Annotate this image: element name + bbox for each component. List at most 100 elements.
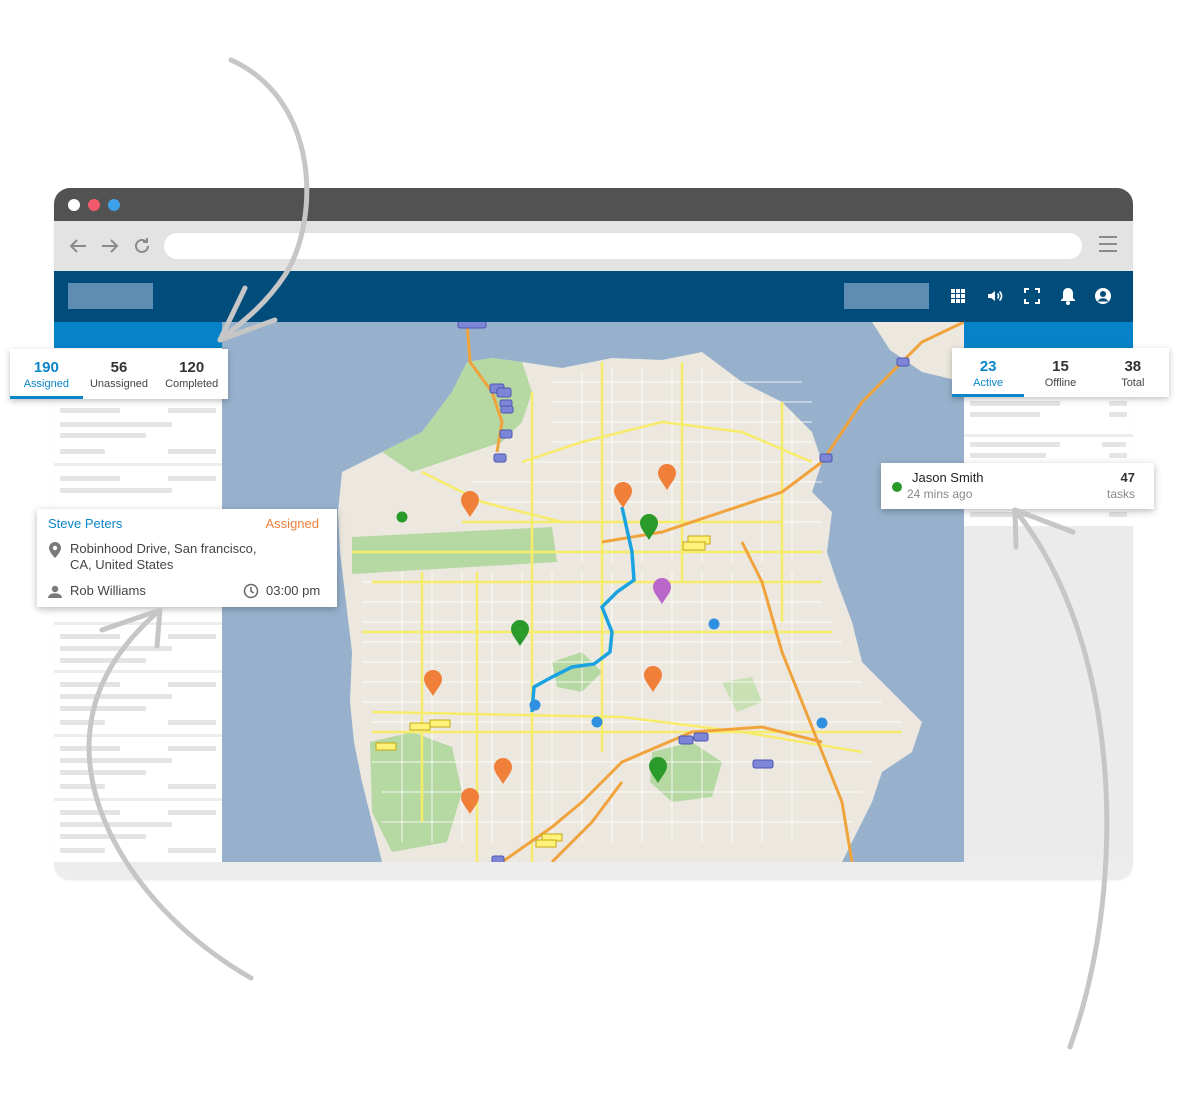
- list-item-placeholder: [168, 408, 216, 413]
- agent-detail-card[interactable]: Jason Smith 24 mins ago 47 tasks: [881, 463, 1154, 509]
- completed-count: 120: [179, 359, 205, 376]
- list-item-placeholder: [60, 848, 105, 853]
- person-icon: [48, 585, 62, 603]
- task-list-header: [54, 322, 222, 348]
- list-item-placeholder: [60, 408, 120, 413]
- tab-unassigned[interactable]: 56 Unassigned: [83, 349, 156, 399]
- account-circle-icon[interactable]: [1093, 286, 1113, 306]
- header-search-placeholder[interactable]: [844, 283, 929, 309]
- list-item-placeholder: [60, 449, 105, 454]
- app-logo-placeholder: [68, 283, 153, 309]
- app-header: [54, 271, 1133, 322]
- list-divider: [54, 798, 222, 801]
- agent-dot-marker[interactable]: [708, 618, 720, 630]
- list-item-placeholder: [168, 720, 216, 725]
- tab-completed[interactable]: 120 Completed: [155, 349, 228, 399]
- list-item-placeholder: [1102, 442, 1126, 447]
- reload-icon[interactable]: [130, 234, 154, 258]
- task-pin-marker[interactable]: [658, 464, 676, 490]
- list-item-placeholder: [1109, 453, 1127, 458]
- task-pin-marker[interactable]: [640, 514, 658, 540]
- list-item-placeholder: [168, 746, 216, 751]
- unassigned-label: Unassigned: [89, 378, 149, 390]
- task-customer-name[interactable]: Steve Peters: [48, 516, 122, 531]
- list-item-placeholder: [60, 720, 105, 725]
- list-item-placeholder: [1109, 401, 1127, 406]
- agent-dot-marker[interactable]: [529, 699, 541, 711]
- list-item-placeholder: [60, 646, 172, 651]
- task-pin-marker[interactable]: [614, 482, 632, 508]
- list-divider: [54, 734, 222, 737]
- hamburger-menu-icon[interactable]: [1099, 236, 1117, 252]
- volume-icon[interactable]: [985, 286, 1005, 306]
- location-pin-icon: [49, 542, 61, 563]
- clock-icon: [243, 583, 259, 604]
- task-pin-marker[interactable]: [461, 491, 479, 517]
- offline-label: Offline: [1044, 377, 1077, 389]
- agent-task-count: 47: [1120, 470, 1135, 485]
- task-agent-name: Rob Williams: [70, 583, 146, 598]
- task-pin-marker[interactable]: [461, 788, 479, 814]
- window-maximize-dot[interactable]: [108, 199, 120, 211]
- list-item-placeholder: [60, 488, 172, 493]
- agent-dot-marker[interactable]: [396, 511, 408, 523]
- list-item-placeholder: [970, 442, 1060, 447]
- task-pin-marker[interactable]: [494, 758, 512, 784]
- forward-arrow-icon[interactable]: [98, 234, 122, 258]
- agent-name[interactable]: Jason Smith: [912, 470, 984, 485]
- task-pin-marker[interactable]: [644, 666, 662, 692]
- agent-dot-marker[interactable]: [816, 717, 828, 729]
- offline-count: 15: [1052, 358, 1069, 375]
- notification-bell-icon[interactable]: [1058, 286, 1078, 306]
- agent-last-seen: 24 mins ago: [907, 487, 973, 501]
- fullscreen-icon[interactable]: [1022, 286, 1042, 306]
- list-item-placeholder: [168, 449, 216, 454]
- list-item-placeholder: [970, 512, 1030, 517]
- task-address-line1: Robinhood Drive, San francisco,: [70, 541, 257, 556]
- tab-active[interactable]: 23 Active: [952, 348, 1025, 397]
- back-arrow-icon[interactable]: [66, 234, 90, 258]
- active-count: 23: [979, 358, 997, 375]
- list-item[interactable]: [964, 434, 1133, 464]
- assigned-label: Assigned: [23, 378, 69, 390]
- agent-dot-marker[interactable]: [591, 716, 603, 728]
- task-pin-marker[interactable]: [649, 757, 667, 783]
- list-item-placeholder: [60, 422, 172, 427]
- task-detail-card[interactable]: Steve Peters Assigned Robinhood Drive, S…: [37, 509, 337, 607]
- tab-assigned[interactable]: 190 Assigned: [10, 349, 83, 399]
- task-stats-card: 190 Assigned 56 Unassigned 120 Completed: [10, 349, 228, 399]
- agent-stats-card: 23 Active 15 Offline 38 Total: [952, 348, 1169, 397]
- task-pin-marker[interactable]: [653, 578, 671, 604]
- list-item-placeholder: [168, 476, 216, 481]
- window-titlebar: [54, 188, 1133, 221]
- list-item-placeholder: [970, 401, 1060, 406]
- list-item-placeholder: [168, 848, 216, 853]
- list-item-placeholder: [1109, 412, 1127, 417]
- list-item-placeholder: [168, 784, 216, 789]
- list-item-placeholder: [970, 412, 1040, 417]
- active-label: Active: [973, 377, 1004, 389]
- task-pin-marker[interactable]: [424, 670, 442, 696]
- list-item-placeholder: [60, 634, 120, 639]
- browser-navbar: [54, 221, 1133, 271]
- list-item-placeholder: [168, 634, 216, 639]
- tab-offline[interactable]: 15 Offline: [1024, 348, 1096, 397]
- unassigned-count: 56: [110, 359, 128, 376]
- window-minimize-dot[interactable]: [88, 199, 100, 211]
- address-bar[interactable]: [164, 233, 1082, 259]
- apps-grid-icon[interactable]: [948, 286, 968, 306]
- list-item-placeholder: [60, 758, 172, 763]
- tab-total[interactable]: 38 Total: [1097, 348, 1169, 397]
- list-item-placeholder: [970, 453, 1046, 458]
- list-item-placeholder: [60, 822, 172, 827]
- list-item[interactable]: [964, 397, 1133, 434]
- window-close-dot[interactable]: [68, 199, 80, 211]
- total-label: Total: [1121, 377, 1145, 389]
- task-pin-marker[interactable]: [511, 620, 529, 646]
- list-item-placeholder: [60, 746, 120, 751]
- list-item-placeholder: [168, 682, 216, 687]
- list-item-placeholder: [60, 784, 105, 789]
- task-address-line2: CA, United States: [70, 557, 174, 572]
- list-item-placeholder: [60, 476, 120, 481]
- list-divider: [54, 622, 222, 625]
